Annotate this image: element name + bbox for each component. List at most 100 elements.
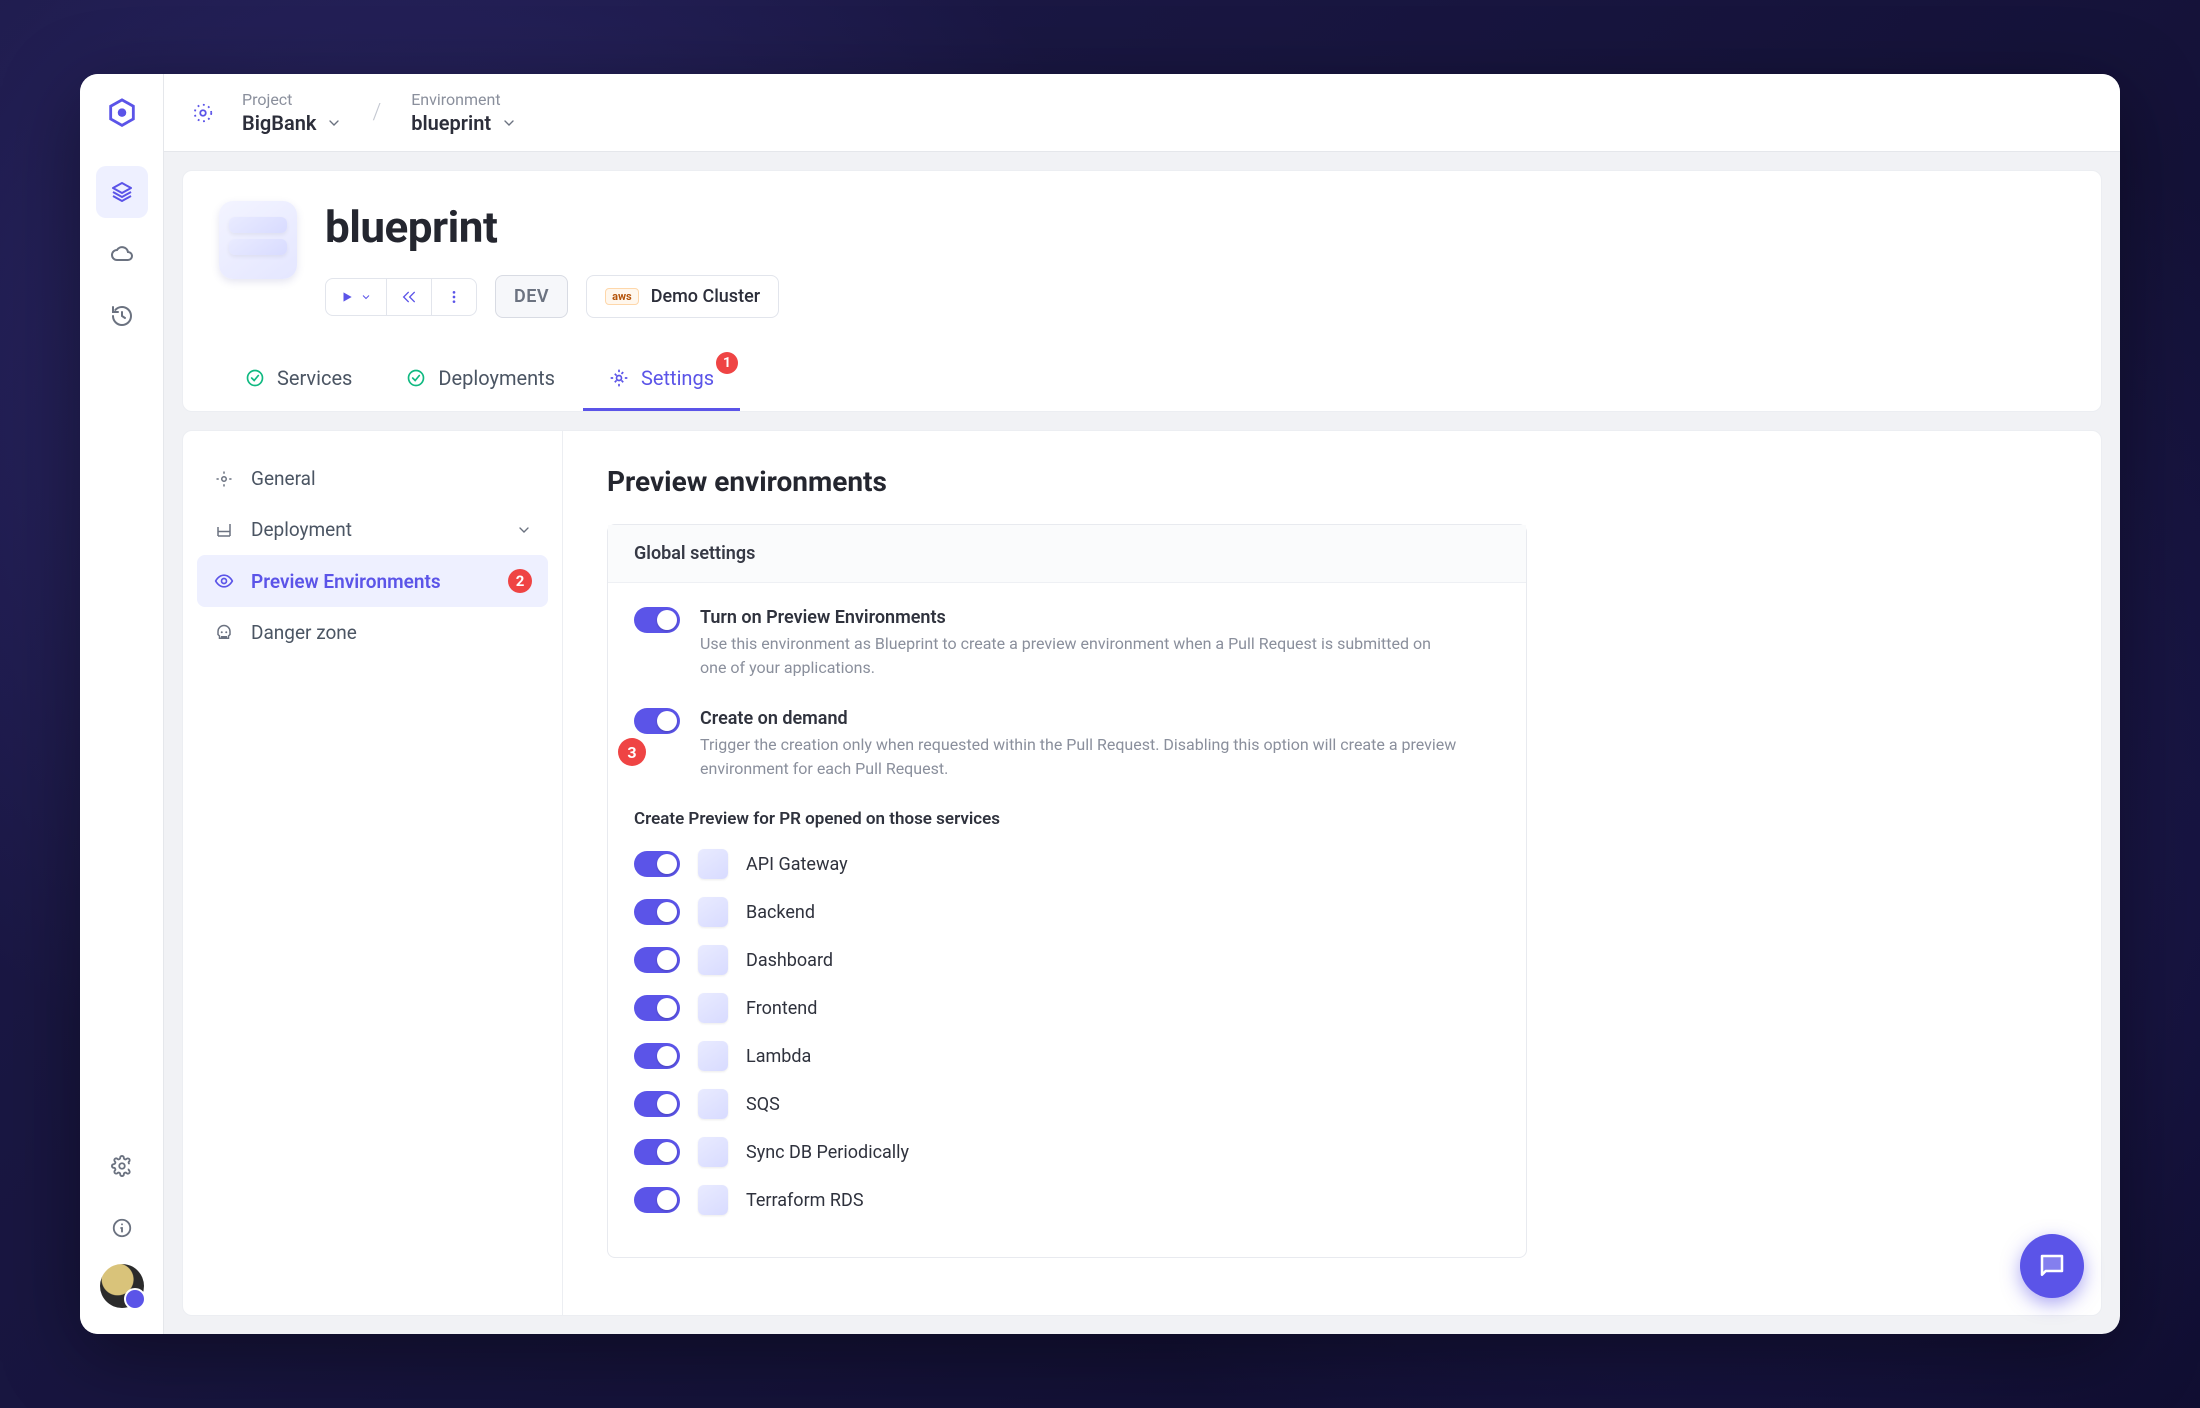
skull-icon [213, 624, 235, 642]
service-name: Backend [746, 902, 815, 923]
brand-logo [100, 92, 144, 136]
nav-rail [80, 74, 164, 1334]
page-title: Preview environments [607, 465, 2057, 498]
sidenav-preview-badge: 2 [508, 569, 532, 593]
service-name: Terraform RDS [746, 1190, 864, 1211]
play-icon [340, 290, 354, 304]
service-icon [698, 993, 728, 1023]
rollback-button[interactable] [387, 279, 432, 315]
toggle-on-demand: 3 Create on demand Trigger the creation … [634, 708, 1500, 781]
services-list: API Gateway Backend Dashboard Frontend Lambd… [634, 849, 1500, 1215]
sidenav-danger-label: Danger zone [251, 621, 357, 644]
settings-content: Preview environments Global settings Tur… [563, 431, 2101, 1315]
breadcrumb-bar: Project BigBank / Environment blueprint [164, 74, 2120, 152]
tab-services-label: Services [277, 366, 352, 390]
intercom-launcher[interactable] [2020, 1234, 2084, 1298]
crumb-env-value: blueprint [411, 111, 491, 135]
service-icon [698, 1137, 728, 1167]
more-actions-button[interactable] [432, 279, 476, 315]
env-tabs: Services Deployments Settings 1 [219, 348, 2065, 411]
scope-icon [190, 100, 216, 126]
service-row: Terraform RDS [634, 1185, 1500, 1215]
crumb-project-label: Project [242, 90, 342, 109]
dots-vertical-icon [446, 289, 462, 305]
cluster-chip[interactable]: aws Demo Cluster [586, 275, 779, 318]
toggle-on-demand-switch[interactable] [634, 708, 680, 734]
stage-pill[interactable]: DEV [495, 275, 568, 318]
service-name: Dashboard [746, 950, 833, 971]
service-toggle[interactable] [634, 1091, 680, 1117]
toggle-on-demand-description: Trigger the creation only when requested… [700, 733, 1460, 781]
play-button[interactable] [326, 279, 387, 315]
service-name: Frontend [746, 998, 817, 1019]
gear-icon [609, 368, 629, 388]
sidenav-preview-environments[interactable]: Preview Environments 2 [197, 555, 548, 607]
crumb-separator: / [372, 100, 381, 125]
rail-environments[interactable] [96, 166, 148, 218]
tab-deployments-label: Deployments [438, 366, 555, 390]
service-icon [698, 1089, 728, 1119]
service-toggle[interactable] [634, 995, 680, 1021]
rail-clusters[interactable] [96, 228, 148, 280]
service-row: Lambda [634, 1041, 1500, 1071]
service-name: API Gateway [746, 854, 848, 875]
tab-settings[interactable]: Settings 1 [583, 348, 740, 411]
service-toggle[interactable] [634, 899, 680, 925]
gear-icon [213, 470, 235, 488]
service-icon [698, 1185, 728, 1215]
service-icon [698, 897, 728, 927]
service-icon [698, 1041, 728, 1071]
tab-settings-badge: 1 [716, 352, 738, 374]
environment-title: blueprint [325, 201, 779, 253]
service-toggle[interactable] [634, 851, 680, 877]
crumb-project-value: BigBank [242, 111, 316, 135]
service-toggle[interactable] [634, 1139, 680, 1165]
service-name: SQS [746, 1094, 780, 1115]
check-circle-icon [245, 368, 265, 388]
info-icon [111, 1217, 133, 1239]
services-section-label: Create Preview for PR opened on those se… [634, 809, 1500, 829]
panel-header: Global settings [608, 525, 1526, 583]
chevron-down-icon [516, 522, 532, 538]
chevron-down-icon [360, 291, 372, 303]
service-icon [698, 849, 728, 879]
service-icon [698, 945, 728, 975]
crumb-project[interactable]: Project BigBank [242, 90, 342, 135]
sidenav-deployment[interactable]: Deployment [197, 504, 548, 555]
sidenav-danger-zone[interactable]: Danger zone [197, 607, 548, 658]
toggle-on-demand-title: Create on demand [700, 708, 1460, 729]
layers-icon [110, 180, 134, 204]
tab-deployments[interactable]: Deployments [380, 348, 581, 411]
crumb-environment[interactable]: Environment blueprint [411, 90, 517, 135]
service-row: Dashboard [634, 945, 1500, 975]
service-row: Sync DB Periodically [634, 1137, 1500, 1167]
tab-settings-label: Settings [641, 366, 714, 390]
chat-icon [2037, 1251, 2067, 1281]
user-avatar[interactable] [100, 1264, 144, 1308]
service-toggle[interactable] [634, 1187, 680, 1213]
deploy-button-group [325, 278, 477, 316]
settings-sidenav: General Deployment Preview Environments … [183, 431, 563, 1315]
rail-settings[interactable] [96, 1140, 148, 1192]
service-toggle[interactable] [634, 947, 680, 973]
sidenav-preview-label: Preview Environments [251, 570, 441, 593]
chevron-down-icon [501, 115, 517, 131]
tab-services[interactable]: Services [219, 348, 378, 411]
cluster-name: Demo Cluster [651, 286, 760, 307]
sidenav-general[interactable]: General [197, 453, 548, 504]
service-row: API Gateway [634, 849, 1500, 879]
gear-icon [111, 1155, 133, 1177]
rail-history[interactable] [96, 290, 148, 342]
toggle-preview-environments-switch[interactable] [634, 607, 680, 633]
crumb-env-label: Environment [411, 90, 517, 109]
service-row: Backend [634, 897, 1500, 927]
env-thumbnail [219, 201, 297, 279]
deploy-icon [213, 521, 235, 539]
service-name: Sync DB Periodically [746, 1142, 909, 1163]
service-row: SQS [634, 1089, 1500, 1119]
toggle-preview-description: Use this environment as Blueprint to cre… [700, 632, 1460, 680]
rail-info[interactable] [96, 1202, 148, 1254]
service-toggle[interactable] [634, 1043, 680, 1069]
check-circle-icon [406, 368, 426, 388]
service-name: Lambda [746, 1046, 811, 1067]
